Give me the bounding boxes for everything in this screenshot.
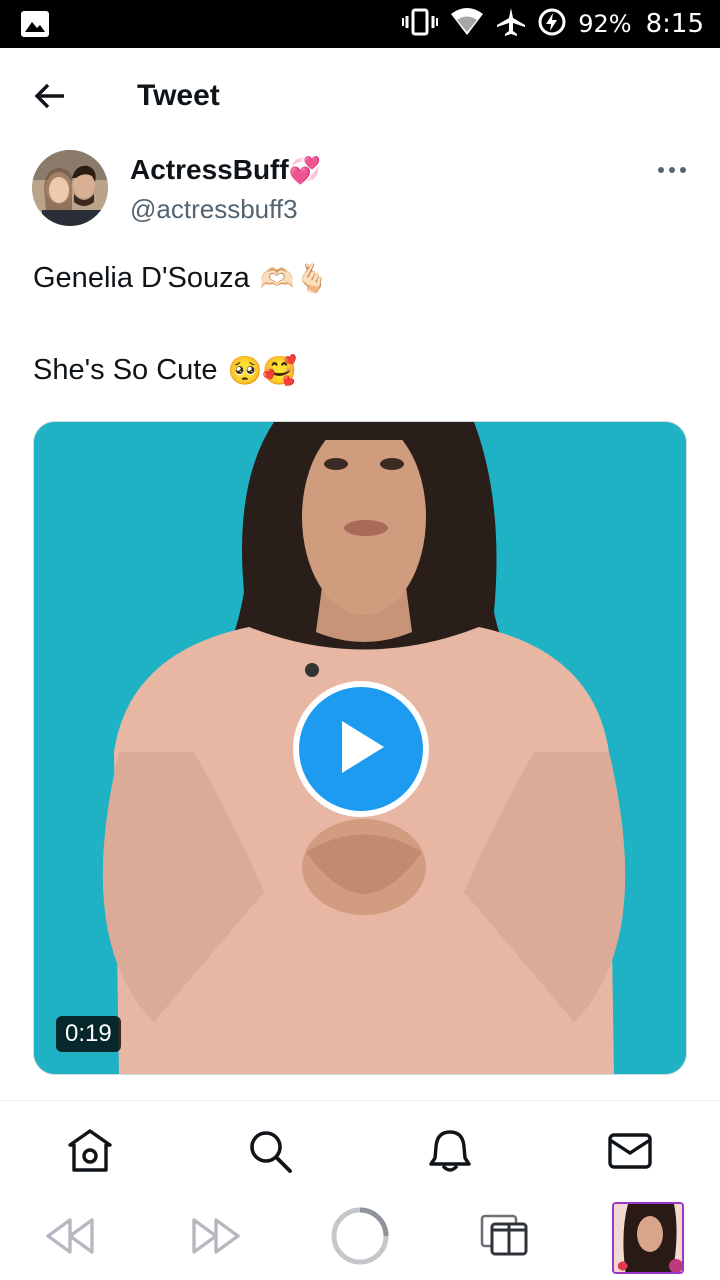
vibrate-icon — [402, 8, 439, 41]
tweet-text-line: Genelia D'Souza 🫶🏻🫰🏻 — [33, 262, 330, 294]
display-name[interactable]: ActressBuff 💞 — [130, 154, 321, 186]
fast-forward-icon — [190, 1216, 242, 1261]
nav-notifications[interactable] — [426, 1129, 474, 1177]
rewind-button[interactable] — [40, 1208, 100, 1268]
tweet-video[interactable]: 0:19 — [33, 421, 687, 1075]
more-button[interactable] — [652, 152, 692, 188]
airplane-mode-icon — [496, 7, 526, 42]
status-bar: 92% 8:15 — [0, 0, 720, 48]
rewind-icon — [44, 1216, 96, 1261]
page-title: Tweet — [137, 79, 220, 112]
tabs-icon — [480, 1214, 528, 1263]
mail-icon — [607, 1128, 653, 1179]
arrow-left-icon — [34, 82, 66, 115]
tabs-button[interactable] — [474, 1208, 534, 1268]
face-emoji: 🥺🥰 — [227, 355, 298, 386]
tweet-author: ActressBuff 💞 @actressbuff3 — [32, 150, 692, 230]
more-horizontal-icon — [657, 161, 687, 179]
video-duration: 0:19 — [56, 1016, 121, 1052]
hearts-emoji: 💞 — [288, 154, 322, 185]
battery-charging-icon — [538, 8, 566, 41]
bottom-nav — [0, 1101, 720, 1201]
avatar[interactable] — [32, 150, 108, 226]
back-button[interactable] — [26, 78, 74, 118]
nav-messages[interactable] — [606, 1129, 654, 1177]
tweet-text-line: She's So Cute 🥺🥰 — [33, 354, 298, 386]
loading-spinner-icon — [330, 1206, 390, 1271]
floating-controls — [0, 1196, 720, 1280]
wifi-icon — [450, 7, 484, 41]
search-icon — [247, 1128, 293, 1179]
gallery-icon — [20, 10, 50, 38]
battery-percent: 92% — [578, 10, 632, 38]
nav-home[interactable] — [66, 1128, 114, 1179]
nav-search[interactable] — [246, 1129, 294, 1177]
heart-hands-emoji: 🫶🏻🫰🏻 — [259, 263, 330, 294]
bell-icon — [427, 1128, 473, 1179]
header: Tweet — [0, 48, 720, 144]
loading-spinner — [330, 1206, 390, 1271]
home-icon — [67, 1128, 113, 1179]
app-thumbnail[interactable] — [612, 1202, 684, 1274]
user-handle[interactable]: @actressbuff3 — [130, 194, 298, 225]
play-button[interactable] — [293, 681, 429, 817]
fast-forward-button[interactable] — [186, 1208, 246, 1268]
clock: 8:15 — [645, 9, 704, 39]
play-icon — [334, 717, 388, 782]
